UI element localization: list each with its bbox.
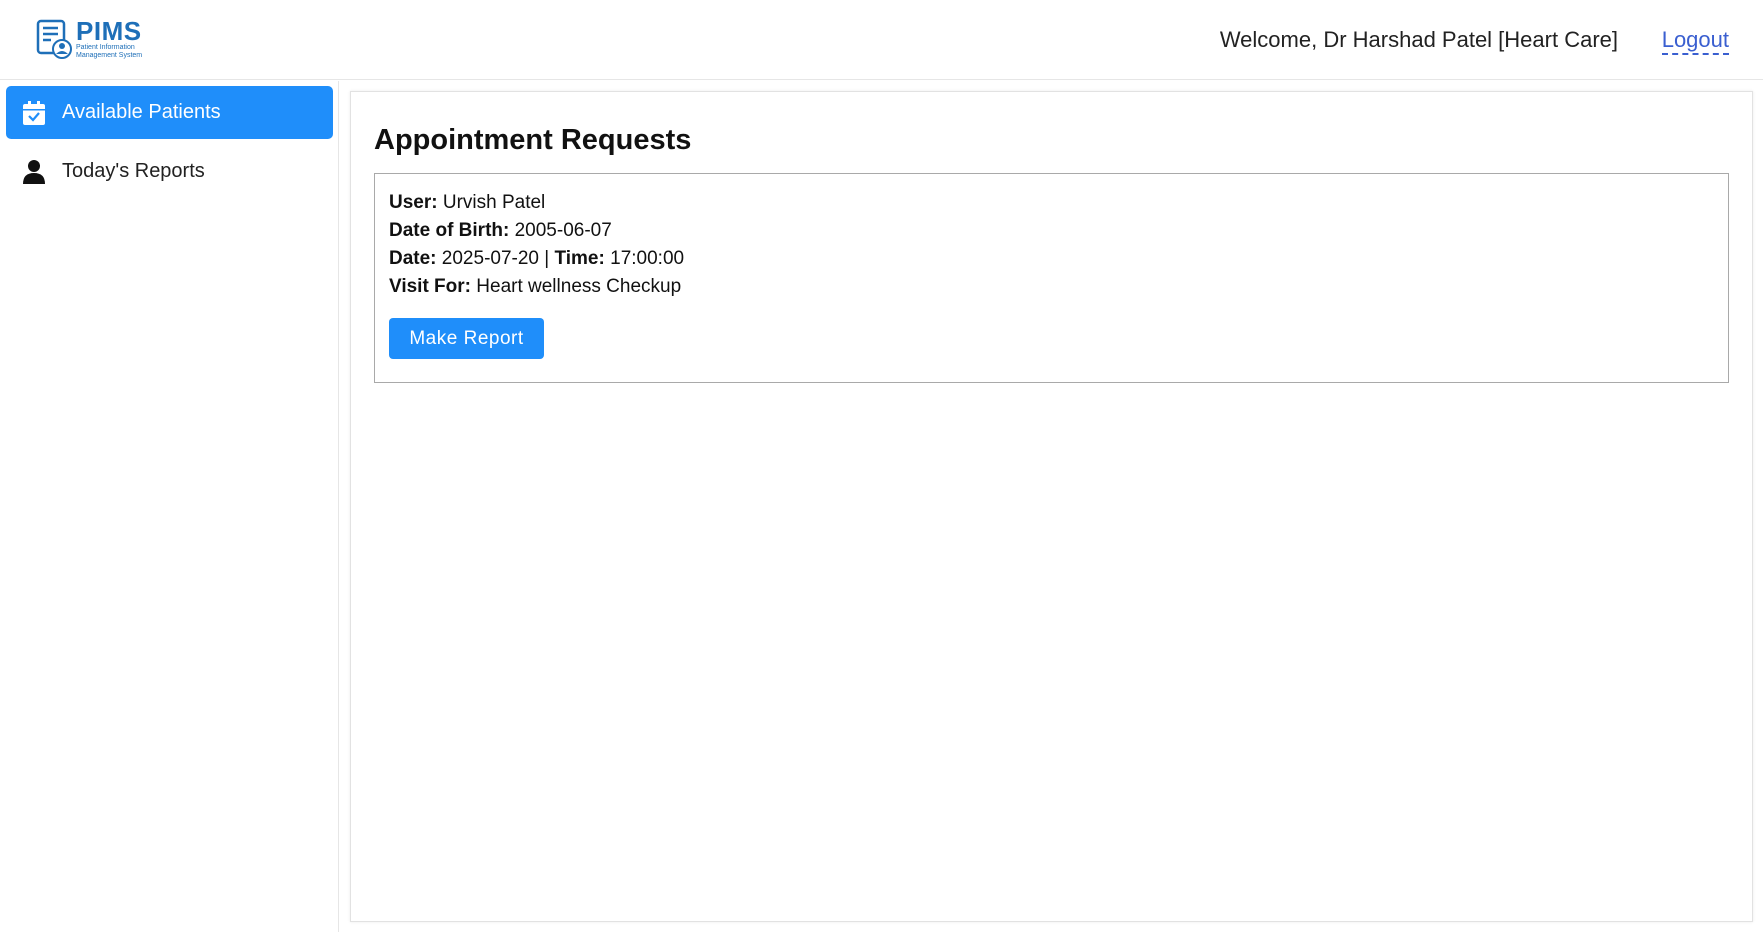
visit-value: Heart wellness Checkup (476, 276, 682, 297)
sidebar: Available Patients Today's Reports (0, 81, 339, 932)
make-report-button[interactable]: Make Report (389, 318, 544, 359)
sidebar-item-available-patients[interactable]: Available Patients (6, 86, 333, 139)
user-row: User: Urvish Patel (389, 192, 545, 214)
dob-label: Date of Birth: (389, 220, 510, 241)
separator: | (544, 248, 550, 269)
pims-logo[interactable]: PIMS Patient Information Management Syst… (36, 18, 142, 60)
time-value: 17:00:00 (610, 248, 685, 269)
person-icon (22, 159, 46, 184)
calendar-check-icon (22, 100, 46, 125)
dob-row: Date of Birth: 2005-06-07 (389, 220, 612, 242)
time-label: Time: (554, 248, 605, 269)
sidebar-item-todays-reports[interactable]: Today's Reports (6, 145, 333, 198)
visit-label: Visit For: (389, 276, 471, 297)
date-label: Date: (389, 248, 437, 269)
appointment-request-card: User: Urvish Patel Date of Birth: 2005-0… (374, 173, 1729, 383)
date-time-row: Date: 2025-07-20 | Time: 17:00:00 (389, 248, 684, 270)
logo-subtitle-line2: Management System (76, 52, 143, 59)
page-title: Appointment Requests (374, 124, 692, 156)
top-header: PIMS Patient Information Management Syst… (0, 0, 1763, 80)
logo-title: PIMS (76, 16, 142, 46)
user-label: User: (389, 192, 438, 213)
logout-link[interactable]: Logout (1661, 27, 1729, 55)
sidebar-item-label: Today's Reports (62, 160, 205, 182)
main-content: Appointment Requests User: Urvish Patel … (350, 91, 1753, 922)
sidebar-item-label: Available Patients (62, 101, 221, 123)
welcome-message: Welcome, Dr Harshad Patel [Heart Care] (1219, 27, 1618, 52)
patient-record-icon (36, 19, 72, 59)
user-value: Urvish Patel (442, 192, 546, 213)
visit-row: Visit For: Heart wellness Checkup (389, 276, 681, 298)
date-value: 2025-07-20 (441, 248, 539, 269)
dob-value: 2005-06-07 (514, 220, 612, 241)
logo-subtitle-line1: Patient Information (76, 44, 135, 51)
